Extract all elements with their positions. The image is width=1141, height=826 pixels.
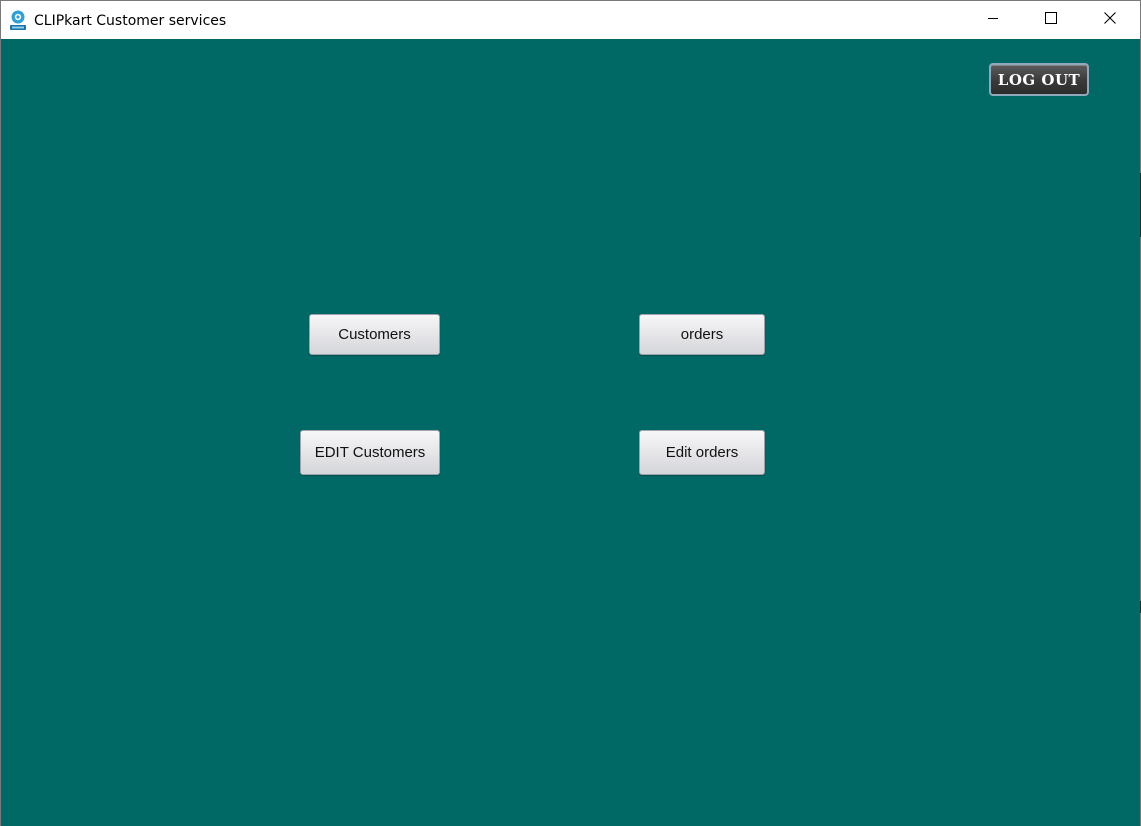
window-title: CLIPkart Customer services [34, 13, 227, 29]
app-icon [9, 10, 27, 32]
main-panel: LOG OUT Customers orders EDIT Customers … [1, 39, 1140, 826]
customers-button[interactable]: Customers [309, 314, 440, 355]
app-window: CLIPkart Customer services LOG OUT Custo… [0, 0, 1141, 826]
minimize-button[interactable] [964, 1, 1022, 39]
maximize-icon [1045, 11, 1057, 29]
edit-orders-button[interactable]: Edit orders [639, 430, 765, 475]
orders-button[interactable]: orders [639, 314, 765, 355]
close-icon [1104, 11, 1116, 29]
minimize-icon [987, 11, 999, 29]
edit-customers-button[interactable]: EDIT Customers [300, 430, 440, 475]
close-button[interactable] [1081, 1, 1139, 39]
title-bar[interactable]: CLIPkart Customer services [1, 1, 1140, 39]
maximize-button[interactable] [1022, 1, 1080, 39]
logout-button[interactable]: LOG OUT [989, 63, 1089, 96]
